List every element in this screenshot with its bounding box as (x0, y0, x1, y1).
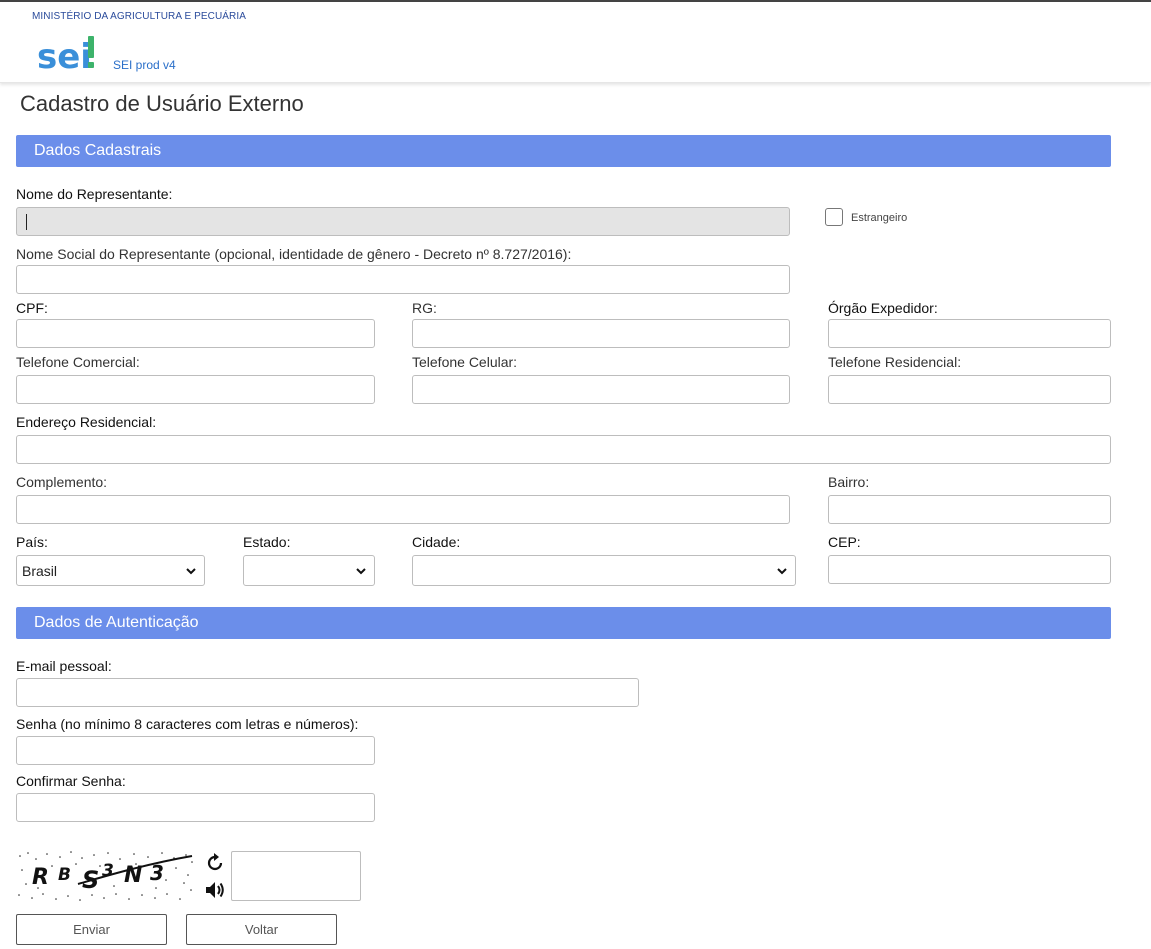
pais-select[interactable]: Brasil (16, 555, 205, 586)
enviar-button[interactable]: Enviar (16, 914, 167, 945)
rg-input[interactable] (412, 319, 790, 348)
bairro-input[interactable] (828, 495, 1111, 524)
endereco-residencial-input[interactable] (16, 435, 1111, 464)
telefone-comercial-input[interactable] (16, 375, 375, 404)
header: MINISTÉRIO DA AGRICULTURA E PECUÁRIA sei… (0, 2, 1151, 83)
telefone-celular-label: Telefone Celular: (412, 354, 518, 370)
endereco-residencial-label: Endereço Residencial: (16, 414, 157, 430)
orgao-expedidor-input[interactable] (828, 319, 1111, 348)
senha-input[interactable] (16, 736, 375, 765)
email-input[interactable] (16, 678, 639, 707)
svg-text:3: 3 (102, 861, 114, 881)
nome-social-label: Nome Social do Representante (opcional, … (16, 246, 572, 262)
telefone-celular-input[interactable] (412, 375, 790, 404)
estrangeiro-label: Estrangeiro (851, 212, 908, 224)
complemento-label: Complemento: (16, 474, 108, 490)
nome-social-input[interactable] (16, 265, 790, 294)
chevron-down-icon (777, 568, 787, 575)
cep-input[interactable] (828, 555, 1111, 584)
bairro-label: Bairro: (828, 474, 870, 490)
chevron-down-icon (356, 568, 366, 575)
speaker-icon[interactable] (204, 879, 226, 901)
telefone-residencial-label: Telefone Residencial: (828, 354, 962, 370)
nome-representante-label: Nome do Representante: (16, 186, 173, 202)
cpf-label: CPF: (16, 300, 48, 316)
confirmar-senha-input[interactable] (16, 793, 375, 822)
voltar-button[interactable]: Voltar (186, 914, 337, 945)
captcha-image: R B S 3 N 3 (16, 850, 196, 902)
svg-text:R: R (32, 865, 49, 890)
orgao-expedidor-label: Órgão Expedidor: (828, 300, 938, 316)
telefone-residencial-input[interactable] (828, 375, 1111, 404)
cpf-input[interactable] (16, 319, 375, 348)
svg-text:B: B (58, 865, 71, 885)
nome-representante-input[interactable] (16, 207, 790, 236)
cep-label: CEP: (828, 534, 861, 550)
page-title: Cadastro de Usuário Externo (20, 91, 304, 116)
rg-label: RG: (412, 300, 437, 316)
svg-text:sei: sei (37, 37, 92, 74)
estrangeiro-checkbox[interactable] (825, 208, 843, 226)
senha-label: Senha (no mínimo 8 caracteres com letras… (16, 716, 359, 732)
pais-selected-value: Brasil (22, 563, 58, 579)
confirmar-senha-label: Confirmar Senha: (16, 773, 126, 789)
captcha-input[interactable] (231, 851, 361, 901)
estado-select[interactable] (243, 555, 375, 586)
section-dados-autenticacao: Dados de Autenticação (16, 607, 1111, 639)
refresh-icon[interactable] (204, 852, 226, 874)
estado-label: Estado: (243, 534, 291, 550)
text-caret (26, 214, 27, 230)
complemento-input[interactable] (16, 495, 790, 524)
telefone-comercial-label: Telefone Comercial: (16, 354, 140, 370)
environment-label: SEI prod v4 (113, 58, 176, 72)
section-dados-cadastrais: Dados Cadastrais (16, 135, 1111, 167)
sei-logo[interactable]: sei (37, 32, 97, 74)
org-name: MINISTÉRIO DA AGRICULTURA E PECUÁRIA (32, 11, 247, 22)
chevron-down-icon (186, 568, 196, 575)
cidade-select[interactable] (412, 555, 796, 586)
pais-label: País: (16, 534, 48, 550)
email-label: E-mail pessoal: (16, 658, 112, 674)
cidade-label: Cidade: (412, 534, 461, 550)
